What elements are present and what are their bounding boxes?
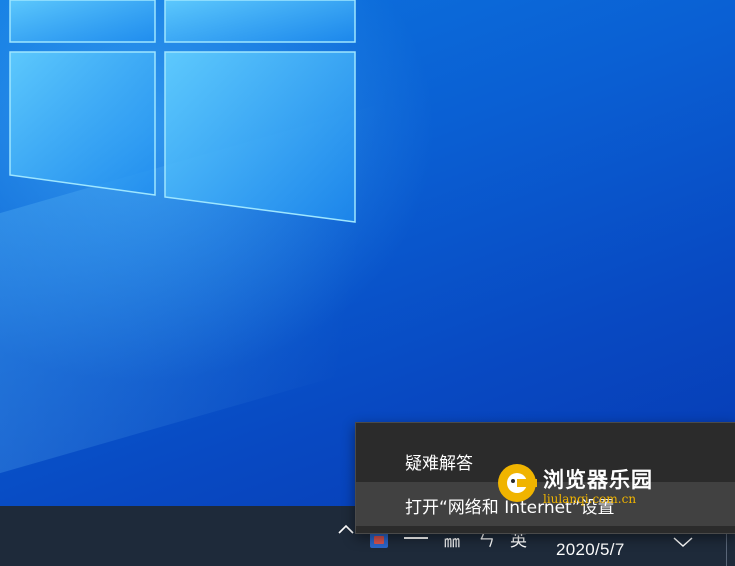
network-icon[interactable]	[404, 537, 428, 539]
watermark-url: liulanqi.com.cn	[543, 492, 637, 506]
clock-date[interactable]: 2020/5/7	[556, 540, 625, 560]
watermark-text: 浏览器乐园	[543, 468, 653, 492]
chevron-up-icon[interactable]	[336, 520, 356, 540]
watermark: 浏览器乐园 liulanqi.com.cn	[493, 460, 683, 508]
watermark-logo-icon	[498, 464, 537, 502]
menu-item-label: 疑难解答	[405, 454, 473, 474]
windows-logo-icon	[9, 0, 356, 223]
